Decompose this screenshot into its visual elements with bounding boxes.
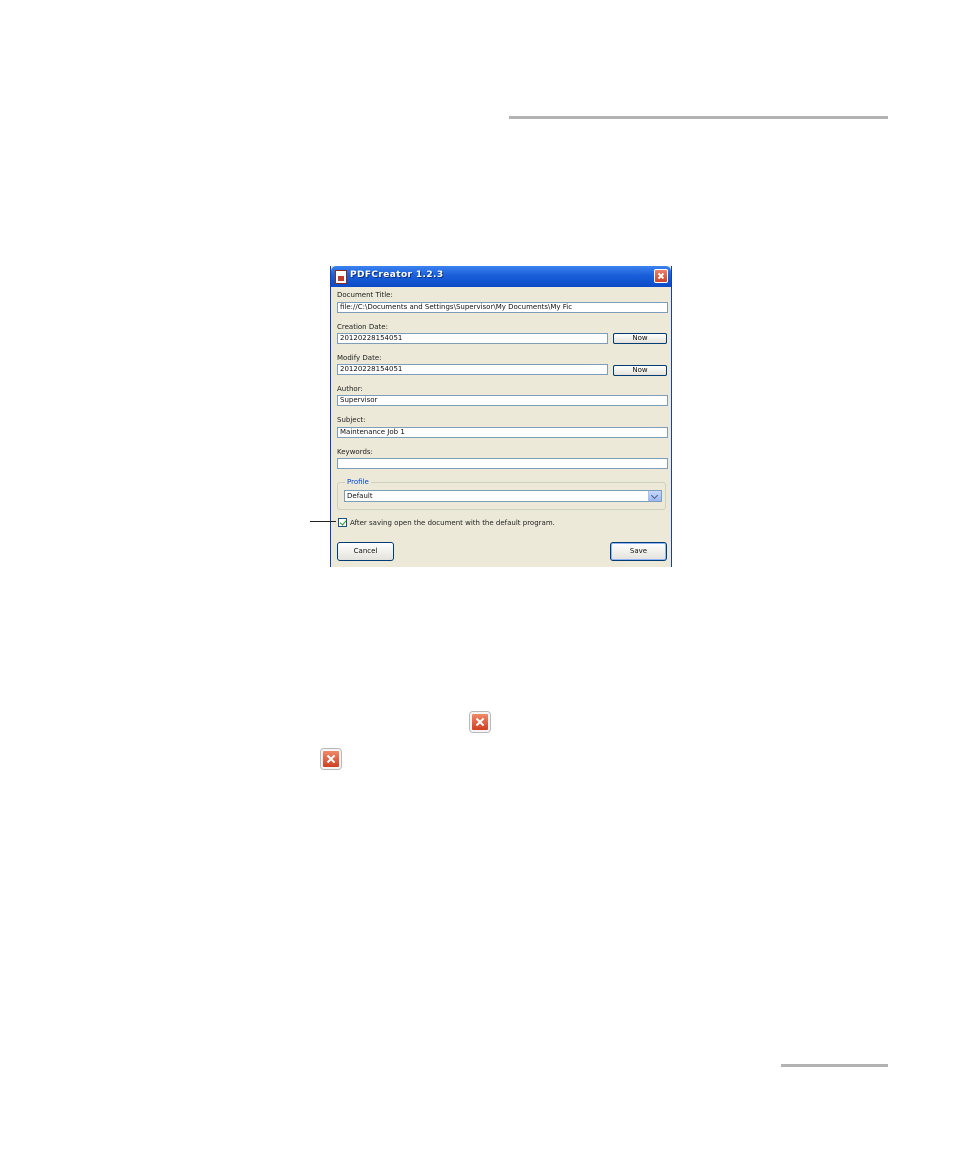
creation-date-now-button[interactable]: Now xyxy=(613,333,667,344)
author-field[interactable]: Supervisor xyxy=(337,395,668,406)
creation-date-label: Creation Date: xyxy=(337,323,388,331)
profile-selected-value: Default xyxy=(347,492,373,500)
author-label: Author: xyxy=(337,385,363,393)
save-button[interactable]: Save xyxy=(610,542,667,561)
cancel-button[interactable]: Cancel xyxy=(337,542,394,561)
modify-date-field[interactable]: 20120228154051 xyxy=(337,364,608,375)
window-close-button[interactable] xyxy=(654,269,668,283)
document-title-label: Document Title: xyxy=(337,291,393,299)
open-after-save-label[interactable]: After saving open the document with the … xyxy=(350,519,555,527)
close-button-icon xyxy=(321,749,341,769)
profile-select[interactable]: Default xyxy=(344,490,662,502)
profile-group: Profile Default xyxy=(337,478,666,510)
subject-label: Subject: xyxy=(337,416,366,424)
footer-rule xyxy=(781,1064,888,1067)
chevron-down-icon[interactable] xyxy=(648,491,661,501)
creation-date-field[interactable]: 20120228154051 xyxy=(337,333,608,344)
dialog-title: PDFCreator 1.2.3 xyxy=(350,270,444,280)
close-button-icon xyxy=(470,712,490,732)
dialog-titlebar[interactable]: PDFCreator 1.2.3 xyxy=(331,266,671,287)
profile-legend: Profile xyxy=(345,478,371,486)
document-title-field[interactable]: file://C:\Documents and Settings\Supervi… xyxy=(337,302,668,313)
modify-date-label: Modify Date: xyxy=(337,354,382,362)
callout-line xyxy=(310,521,336,522)
header-rule xyxy=(509,116,888,119)
subject-field[interactable]: Maintenance Job 1 xyxy=(337,427,668,438)
keywords-label: Keywords: xyxy=(337,448,373,456)
pdfcreator-dialog: PDFCreator 1.2.3 Document Title: file://… xyxy=(330,266,672,567)
pdfcreator-app-icon xyxy=(335,270,347,284)
close-x-icon xyxy=(472,714,488,730)
modify-date-now-button[interactable]: Now xyxy=(613,365,667,376)
open-after-save-checkbox[interactable] xyxy=(338,518,347,527)
window-close-icon xyxy=(655,270,667,282)
keywords-field[interactable] xyxy=(337,458,668,469)
close-x-icon xyxy=(323,751,339,767)
